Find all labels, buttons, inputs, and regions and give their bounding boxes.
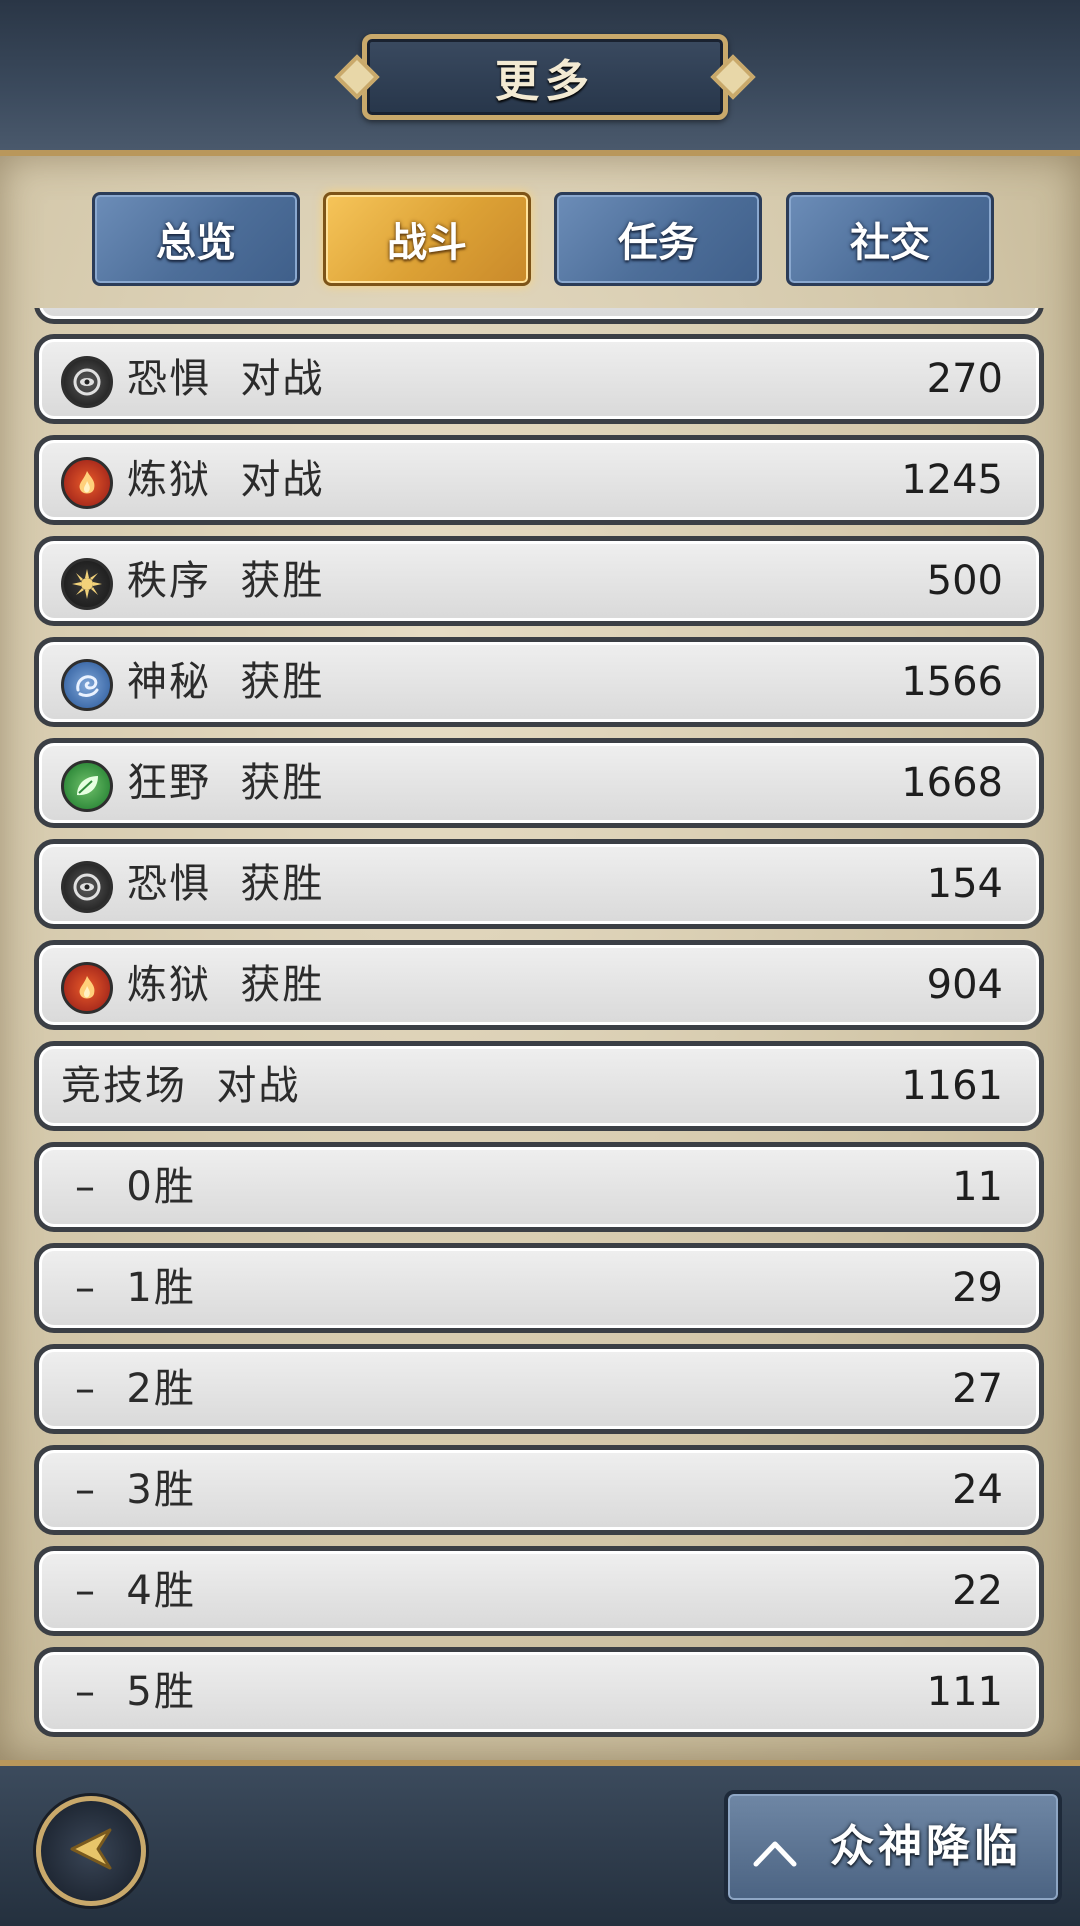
list-item: 炼狱 获胜 904 xyxy=(34,940,1044,1030)
stats-list[interactable]: 恐惧 对战 270 炼狱 对战 1245 秩序 获胜 500 神秘 获胜 156… xyxy=(34,308,1046,1750)
list-item: 狂野 获胜 1668 xyxy=(34,738,1044,828)
back-arrow-icon xyxy=(64,1822,118,1880)
order-sun-icon xyxy=(61,558,113,610)
list-item: – 5胜 111 xyxy=(34,1647,1044,1737)
row-label: 恐惧 获胜 xyxy=(127,861,325,907)
footer-bar: 众神降临 xyxy=(0,1760,1080,1926)
ornament-diamond-right xyxy=(710,54,756,100)
row-value: 1668 xyxy=(901,760,1003,806)
tab-overview[interactable]: 总览 xyxy=(92,192,300,286)
row-value: 1161 xyxy=(901,1063,1003,1109)
title-plate: 更多 xyxy=(334,34,756,120)
row-value: 11 xyxy=(952,1164,1003,1210)
row-value: 1245 xyxy=(901,457,1003,503)
list-item: – 4胜 22 xyxy=(34,1546,1044,1636)
row-value: 27 xyxy=(952,1366,1003,1412)
list-item: 秩序 获胜 500 xyxy=(34,536,1044,626)
list-item: 恐惧 获胜 154 xyxy=(34,839,1044,929)
row-value: 111 xyxy=(926,1669,1003,1715)
tab-quests[interactable]: 任务 xyxy=(554,192,762,286)
row-label: 神秘 获胜 xyxy=(127,659,325,705)
row-label: 恐惧 对战 xyxy=(127,356,325,402)
row-label: – 0胜 xyxy=(75,1164,196,1210)
row-label: 竞技场 对战 xyxy=(61,1063,301,1109)
wild-leaf-icon xyxy=(61,760,113,812)
row-label: 秩序 获胜 xyxy=(127,558,325,604)
tab-bar: 总览 战斗 任务 社交 xyxy=(92,192,994,286)
list-item: – 1胜 29 xyxy=(34,1243,1044,1333)
list-item: 恐惧 对战 270 xyxy=(34,334,1044,424)
row-value: 904 xyxy=(926,962,1003,1008)
list-item: 炼狱 对战 1245 xyxy=(34,435,1044,525)
row-label: – 3胜 xyxy=(75,1467,196,1513)
list-item: 神秘 获胜 1566 xyxy=(34,637,1044,727)
row-value: 270 xyxy=(926,356,1003,402)
row-label: – 5胜 xyxy=(75,1669,196,1715)
row-label: 狂野 获胜 xyxy=(127,760,325,806)
list-item: – 3胜 24 xyxy=(34,1445,1044,1535)
fire-icon xyxy=(61,457,113,509)
row-value: 154 xyxy=(926,861,1003,907)
row-value: 500 xyxy=(926,558,1003,604)
chevron-up-icon xyxy=(752,1824,798,1880)
row-label: – 4胜 xyxy=(75,1568,196,1614)
row-label: 炼狱 获胜 xyxy=(127,962,325,1008)
row-label: 炼狱 对战 xyxy=(127,457,325,503)
list-item: – 0胜 11 xyxy=(34,1142,1044,1232)
ornament-diamond-left xyxy=(334,54,380,100)
row-value: 1566 xyxy=(901,659,1003,705)
list-item xyxy=(34,308,1044,324)
mystery-swirl-icon xyxy=(61,659,113,711)
tab-battle[interactable]: 战斗 xyxy=(323,192,531,286)
header-bar: 更多 xyxy=(0,0,1080,156)
fear-icon xyxy=(61,861,113,913)
list-item: – 2胜 27 xyxy=(34,1344,1044,1434)
gods-descend-button[interactable]: 众神降临 xyxy=(724,1790,1062,1904)
fire-icon xyxy=(61,962,113,1014)
row-value: 22 xyxy=(952,1568,1003,1614)
row-label: – 1胜 xyxy=(75,1265,196,1311)
fear-icon xyxy=(61,356,113,408)
gods-descend-label: 众神降临 xyxy=(830,1821,1022,1872)
row-value: 24 xyxy=(952,1467,1003,1513)
page-title: 更多 xyxy=(495,56,595,107)
row-label: – 2胜 xyxy=(75,1366,196,1412)
tab-social[interactable]: 社交 xyxy=(786,192,994,286)
row-value: 29 xyxy=(952,1265,1003,1311)
back-button[interactable] xyxy=(36,1796,146,1906)
list-item: 竞技场 对战 1161 xyxy=(34,1041,1044,1131)
